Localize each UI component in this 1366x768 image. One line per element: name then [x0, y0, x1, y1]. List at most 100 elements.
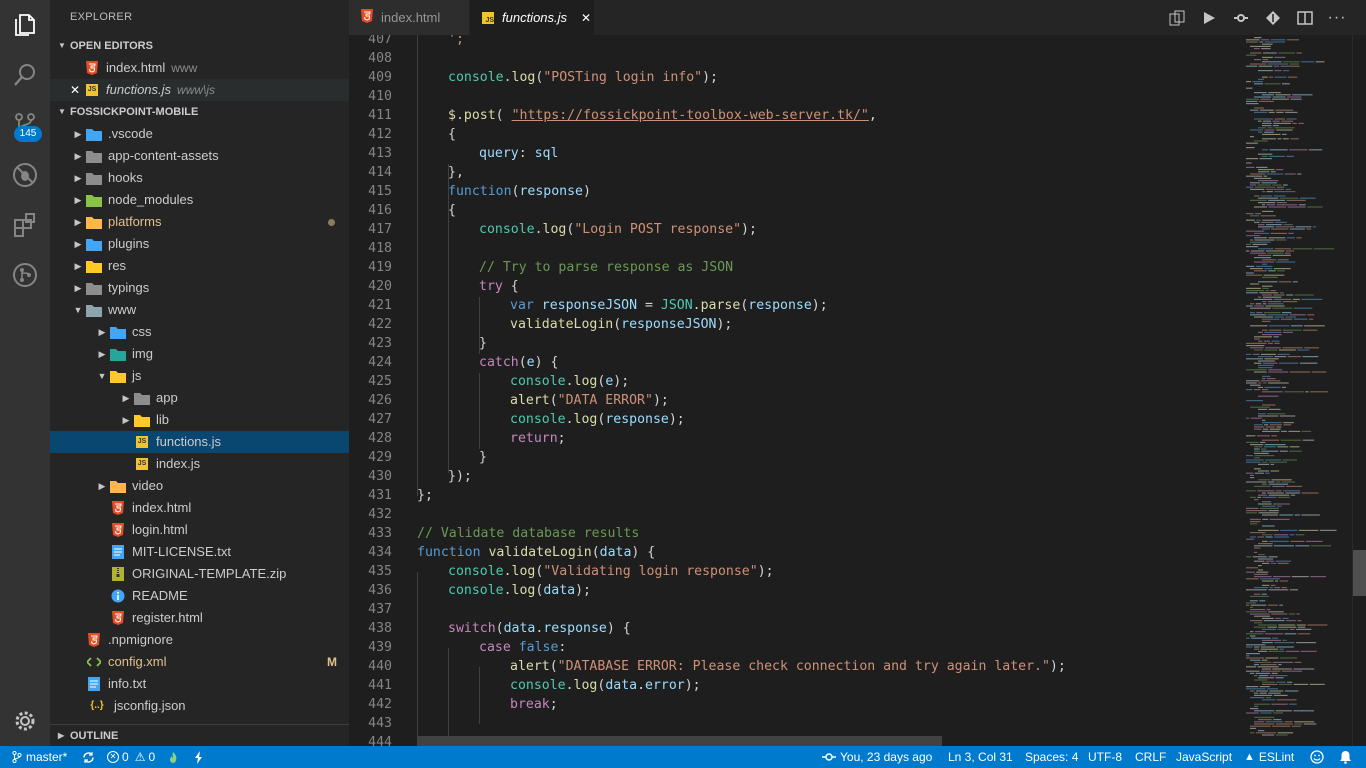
open-editors-section[interactable]: ▼ OPEN EDITORS [50, 35, 349, 57]
close-icon[interactable]: ✕ [70, 79, 84, 101]
code-line[interactable]: 431}; [349, 486, 1229, 505]
tree-folder[interactable]: ▶ res [50, 255, 349, 277]
tree-folder[interactable]: ▼ www [50, 299, 349, 321]
code-line[interactable]: 433 // Validate database results [349, 524, 1229, 543]
tree-file[interactable]: register.html [50, 607, 349, 629]
code-line[interactable]: 427 console.log(response); [349, 410, 1229, 429]
tree-folder[interactable]: ▶ css [50, 321, 349, 343]
run-icon[interactable] [1200, 9, 1218, 27]
tree-folder[interactable]: ▼ js [50, 365, 349, 387]
open-editor-item-active[interactable]: ✕ JS functions.js www\js [50, 79, 349, 101]
horizontal-scrollbar[interactable] [417, 736, 942, 746]
tree-folder[interactable]: ▶ .vscode [50, 123, 349, 145]
tree-folder[interactable]: ▶ platforms [50, 211, 349, 233]
code-line[interactable]: 432 [349, 505, 1229, 524]
open-editor-item[interactable]: index.html www [50, 57, 349, 79]
code-line[interactable]: 419 // Try to parse response as JSON [349, 258, 1229, 277]
git-lens-icon[interactable] [0, 250, 50, 300]
tree-file[interactable]: {..} jsconfig.json [50, 695, 349, 717]
code-line[interactable]: 413 query: sql [349, 144, 1229, 163]
tree-folder[interactable]: ▶ lib [50, 409, 349, 431]
tree-folder[interactable]: ▶ plugins [50, 233, 349, 255]
tree-folder[interactable]: ▶ app-content-assets [50, 145, 349, 167]
sync-icon[interactable] [82, 746, 95, 768]
code-line[interactable]: 429} [349, 448, 1229, 467]
notifications-bell-icon[interactable] [1339, 746, 1352, 768]
settings-gear-icon[interactable] [0, 696, 50, 746]
compare-icon[interactable] [1232, 9, 1250, 27]
project-section[interactable]: ▼ FOSSICKPOINT-MOBILE [50, 101, 349, 123]
code-line[interactable]: 435 console.log("Validating login respons… [349, 562, 1229, 581]
code-line[interactable]: 418 [349, 239, 1229, 258]
tree-file[interactable]: .npmignore [50, 629, 349, 651]
explorer-icon[interactable] [0, 0, 50, 50]
code-line[interactable]: 414}, [349, 163, 1229, 182]
tree-file[interactable]: README [50, 585, 349, 607]
scrollbar-thumb[interactable] [1353, 550, 1366, 596]
code-line[interactable]: 434 function validateLogin(data) { [349, 543, 1229, 562]
tree-file[interactable]: info.txt [50, 673, 349, 695]
code-line[interactable]: 424 catch(e) { [349, 353, 1229, 372]
more-actions-icon[interactable]: ··· [1328, 9, 1346, 27]
eol-status[interactable]: CRLF [1135, 746, 1166, 768]
git-blame-status[interactable]: You, 23 days ago [822, 746, 932, 768]
code-line[interactable]: 409 console.log("POSTing login info"); [349, 68, 1229, 87]
code-line[interactable]: 417 console.log("Login POST response"); [349, 220, 1229, 239]
code-line[interactable]: 439 case false: [349, 638, 1229, 657]
code-line[interactable]: 426 alert("DATA ERROR"); [349, 391, 1229, 410]
code-line[interactable]: 442 break; [349, 695, 1229, 714]
indentation-status[interactable]: Spaces: 4 [1025, 746, 1078, 768]
flame-icon[interactable] [167, 746, 179, 768]
close-icon[interactable]: ✕ [581, 11, 591, 25]
code-line[interactable]: 425 console.log(e); [349, 372, 1229, 391]
language-mode[interactable]: JavaScript [1176, 746, 1232, 768]
branch-status[interactable]: master* [12, 746, 67, 768]
tree-file[interactable]: JS functions.js [50, 431, 349, 453]
tab-index-html[interactable]: index.html [349, 0, 469, 35]
source-control-icon[interactable] [0, 100, 50, 150]
code-line[interactable]: 423} [349, 334, 1229, 353]
problems-status[interactable]: ✕ 0 ⚠ 0 [107, 746, 155, 768]
cursor-position[interactable]: Ln 3, Col 31 [948, 746, 1013, 768]
code-line[interactable]: 440 alert("DATABASE ERROR: Please check c… [349, 657, 1229, 676]
search-icon[interactable] [0, 50, 50, 100]
tree-file[interactable]: JS index.js [50, 453, 349, 475]
split-editor-icon[interactable] [1296, 9, 1314, 27]
eslint-status[interactable]: ▲ ESLint [1244, 746, 1294, 768]
code-line[interactable]: 415 function(response) [349, 182, 1229, 201]
open-changes-icon[interactable] [1168, 9, 1186, 27]
code-line[interactable]: 437 [349, 600, 1229, 619]
feedback-smiley-icon[interactable] [1310, 746, 1324, 768]
outline-section[interactable]: ▶ OUTLINE [50, 724, 349, 746]
code-line[interactable]: 436 console.log(data); [349, 581, 1229, 600]
code-line[interactable]: 407 '; [349, 35, 1229, 49]
tree-folder[interactable]: ▶ video [50, 475, 349, 497]
code-line[interactable]: 430}); [349, 467, 1229, 486]
vertical-scrollbar[interactable] [1352, 35, 1366, 746]
tree-file[interactable]: login.html [50, 519, 349, 541]
tree-file[interactable]: config.xml M [50, 651, 349, 673]
minimap[interactable] [1244, 35, 1352, 746]
extensions-icon[interactable] [0, 200, 50, 250]
code-line[interactable]: 441 console.log(data.error); [349, 676, 1229, 695]
git-commit-icon[interactable] [1264, 9, 1282, 27]
tree-folder[interactable]: ▶ node_modules [50, 189, 349, 211]
tab-functions-js[interactable]: JS functions.js ✕ [470, 0, 594, 35]
code-line[interactable]: 420 try { [349, 277, 1229, 296]
code-line[interactable]: 408 [349, 49, 1229, 68]
tree-folder[interactable]: ▶ hooks [50, 167, 349, 189]
code-line[interactable]: 416 { [349, 201, 1229, 220]
tree-folder[interactable]: ▶ img [50, 343, 349, 365]
tree-file[interactable]: index.html [50, 497, 349, 519]
tree-folder[interactable]: ▶ app [50, 387, 349, 409]
code-line[interactable]: 412 { [349, 125, 1229, 144]
encoding-status[interactable]: UTF-8 [1088, 746, 1122, 768]
code-line[interactable]: 428 return; [349, 429, 1229, 448]
code-line[interactable]: 411 $.post( "https://fossickpoint-toolbox… [349, 106, 1229, 125]
code-editor[interactable]: 407 '; 408 409 console.log("POSTing login in… [349, 35, 1244, 746]
tree-file[interactable]: MIT-LICENSE.txt [50, 541, 349, 563]
code-line[interactable]: 443 [349, 714, 1229, 733]
tree-file[interactable]: ORIGINAL-TEMPLATE.zip [50, 563, 349, 585]
debug-icon[interactable] [0, 150, 50, 200]
tree-folder[interactable]: ▶ typings [50, 277, 349, 299]
